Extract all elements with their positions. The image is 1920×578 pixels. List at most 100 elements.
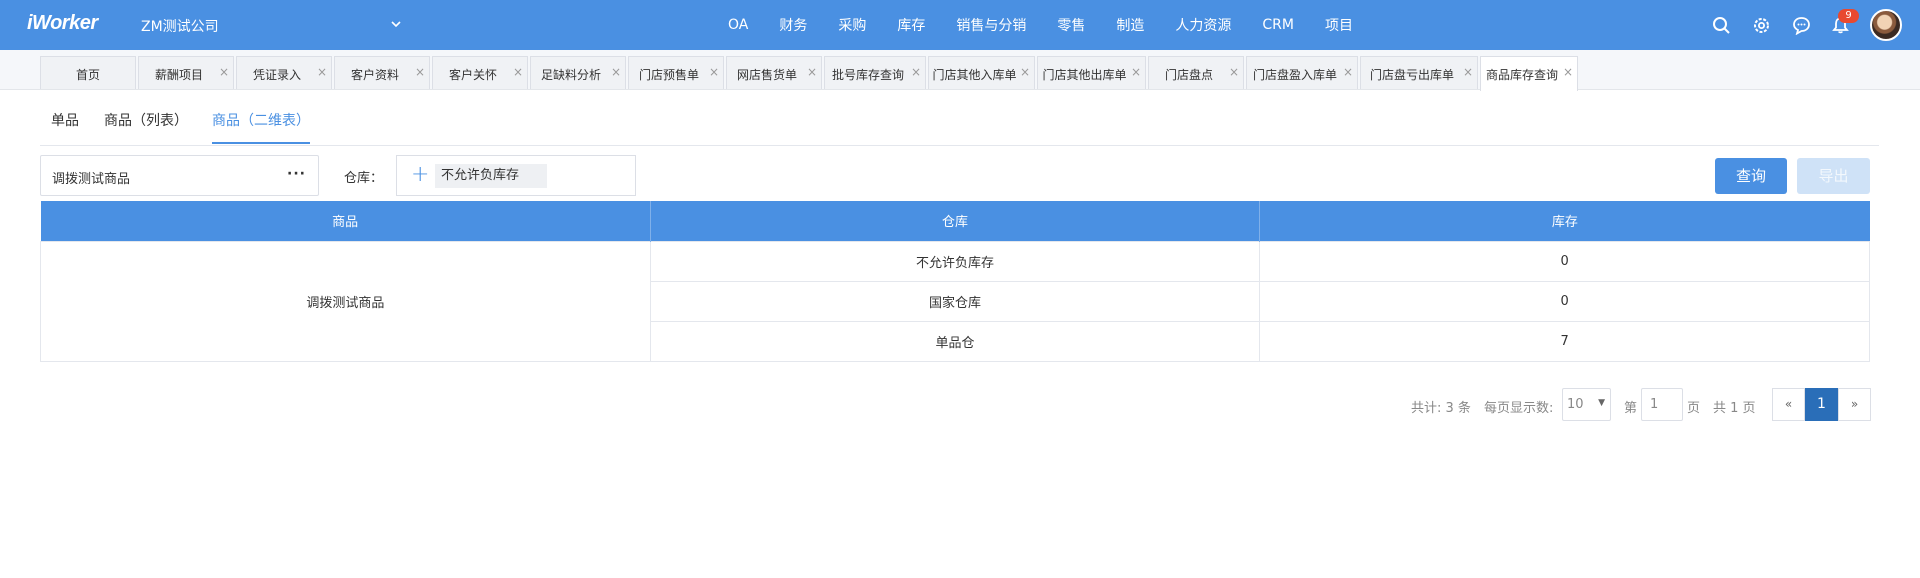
caret-down-icon: ▼ [1598, 398, 1605, 408]
view-tabs: 单品 商品（列表） 商品（二维表） [40, 98, 1879, 146]
stock-cell: 0 [1259, 240, 1870, 282]
stock-cell: 0 [1259, 280, 1870, 322]
tab-store-presale[interactable]: 门店预售单 × [628, 56, 724, 89]
active-tab-indicator [212, 142, 310, 144]
main-nav: OA 财务 采购 库存 销售与分销 零售 制造 人力资源 CRM 项目 [728, 0, 1384, 50]
close-icon[interactable]: × [317, 65, 327, 79]
add-icon[interactable]: + [411, 162, 429, 187]
column-header-stock: 库存 [1259, 201, 1870, 241]
close-icon[interactable]: × [911, 65, 921, 79]
page-size-value: 10 [1567, 397, 1584, 412]
close-icon[interactable]: × [1563, 65, 1573, 79]
tab-label: 网店售货单 [736, 68, 797, 82]
tab-batch-stock-query[interactable]: 批号库存查询 × [824, 56, 926, 89]
close-icon[interactable]: × [1343, 65, 1353, 79]
warehouse-cell: 国家仓库 [649, 280, 1261, 322]
close-icon[interactable]: × [1229, 65, 1239, 79]
page-button-current[interactable]: 1 [1805, 388, 1838, 421]
tab-customer-care[interactable]: 客户关怀 × [432, 56, 528, 89]
tab-label: 批号库存查询 [831, 68, 904, 82]
tab-single-item[interactable]: 单品 [51, 110, 79, 130]
tab-product-list[interactable]: 商品（列表） [104, 110, 188, 130]
close-icon[interactable]: × [219, 65, 229, 79]
tab-label: 首页 [75, 68, 100, 82]
tab-label: 门店其他入库单 [932, 68, 1017, 82]
nav-item-sales[interactable]: 销售与分销 [956, 15, 1026, 35]
next-page-button[interactable]: » [1838, 388, 1871, 421]
per-page-label: 每页显示数: [1484, 401, 1554, 416]
page-size-select[interactable]: 10 ▼ [1562, 388, 1611, 421]
tab-store-other-inbound[interactable]: 门店其他入库单 × [928, 56, 1035, 89]
nav-item-project[interactable]: 项目 [1325, 15, 1353, 35]
tab-store-other-outbound[interactable]: 门店其他出库单 × [1037, 56, 1146, 89]
warehouse-field[interactable]: + 不允许负库存 [396, 155, 636, 196]
app-logo[interactable]: iWorker [27, 12, 98, 35]
company-name[interactable]: ZM测试公司 [141, 16, 219, 36]
close-icon[interactable]: × [611, 65, 621, 79]
chat-icon[interactable] [1792, 16, 1811, 35]
nav-item-inventory[interactable]: 库存 [897, 15, 925, 35]
warehouse-chip[interactable]: 不允许负库存 [435, 164, 547, 188]
tab-voucher-entry[interactable]: 凭证录入 × [236, 56, 332, 89]
product-picker[interactable]: 调拨测试商品 ··· [40, 155, 319, 196]
column-header-product: 商品 [40, 201, 651, 241]
prev-page-button[interactable]: « [1772, 388, 1805, 421]
gear-icon[interactable] [1752, 16, 1771, 35]
product-picker-value: 调拨测试商品 [52, 172, 131, 187]
total-count: 共计: 3 条 [1411, 401, 1471, 416]
notification-badge: 9 [1838, 9, 1859, 23]
top-bar: iWorker ZM测试公司 OA 财务 采购 库存 销售与分销 零售 制造 人… [0, 0, 1920, 50]
query-button[interactable]: 查询 [1715, 158, 1787, 194]
close-icon[interactable]: × [415, 65, 425, 79]
column-header-warehouse: 仓库 [650, 201, 1261, 241]
tab-label: 客户关怀 [448, 68, 497, 82]
nav-item-retail[interactable]: 零售 [1057, 15, 1085, 35]
warehouse-cell: 单品仓 [649, 320, 1261, 362]
page-suffix: 页 [1687, 401, 1701, 416]
tab-label: 门店盘点 [1164, 68, 1213, 82]
tab-stock-loss-outbound[interactable]: 门店盘亏出库单 × [1360, 56, 1478, 89]
nav-item-finance[interactable]: 财务 [779, 15, 807, 35]
tab-stock-surplus-inbound[interactable]: 门店盘盈入库单 × [1246, 56, 1358, 89]
close-icon[interactable]: × [513, 65, 523, 79]
nav-item-crm[interactable]: CRM [1262, 17, 1294, 33]
export-button[interactable]: 导出 [1797, 158, 1870, 194]
search-icon[interactable] [1712, 16, 1731, 35]
more-icon[interactable]: ··· [287, 166, 306, 182]
tab-product-stock-query[interactable]: 商品库存查询 × [1480, 56, 1578, 91]
close-icon[interactable]: × [1131, 65, 1141, 79]
tab-shortage-analysis[interactable]: 足缺料分析 × [530, 56, 626, 89]
close-icon[interactable]: × [709, 65, 719, 79]
tab-store-stocktake[interactable]: 门店盘点 × [1148, 56, 1244, 89]
tab-salary-items[interactable]: 薪酬项目 × [138, 56, 234, 89]
tab-label: 门店预售单 [638, 68, 699, 82]
tab-label: 凭证录入 [252, 68, 301, 82]
nav-item-oa[interactable]: OA [728, 17, 748, 33]
tab-label: 商品库存查询 [1485, 68, 1558, 82]
page-number-input[interactable]: 1 [1641, 388, 1683, 421]
chevron-down-icon[interactable] [389, 17, 403, 31]
tab-label: 门店盘盈入库单 [1252, 68, 1337, 82]
warehouse-label: 仓库： [344, 171, 384, 186]
stock-table: 商品 仓库 库存 调拨测试商品 不允许负库存 0 国家仓库 0 单品仓 7 [40, 201, 1870, 362]
stock-cell: 7 [1259, 320, 1870, 362]
tab-customer-info[interactable]: 客户资料 × [334, 56, 430, 89]
tab-online-sales[interactable]: 网店售货单 × [726, 56, 822, 89]
tab-label: 足缺料分析 [540, 68, 601, 82]
tab-home[interactable]: 首页 [40, 56, 136, 89]
avatar[interactable] [1870, 9, 1902, 41]
total-pages: 共 1 页 [1713, 401, 1756, 416]
page-prefix: 第 [1624, 401, 1638, 416]
product-cell: 调拨测试商品 [40, 240, 651, 362]
close-icon[interactable]: × [1020, 65, 1030, 79]
nav-item-hr[interactable]: 人力资源 [1175, 15, 1231, 35]
table-header-row: 商品 仓库 库存 [40, 201, 1870, 241]
tab-label: 客户资料 [350, 68, 399, 82]
close-icon[interactable]: × [807, 65, 817, 79]
close-icon[interactable]: × [1463, 65, 1473, 79]
nav-item-purchase[interactable]: 采购 [838, 15, 866, 35]
nav-item-manufacturing[interactable]: 制造 [1116, 15, 1144, 35]
tab-label: 门店其他出库单 [1042, 68, 1127, 82]
tab-product-matrix[interactable]: 商品（二维表） [212, 110, 310, 130]
table-row: 调拨测试商品 不允许负库存 0 [40, 240, 1870, 362]
